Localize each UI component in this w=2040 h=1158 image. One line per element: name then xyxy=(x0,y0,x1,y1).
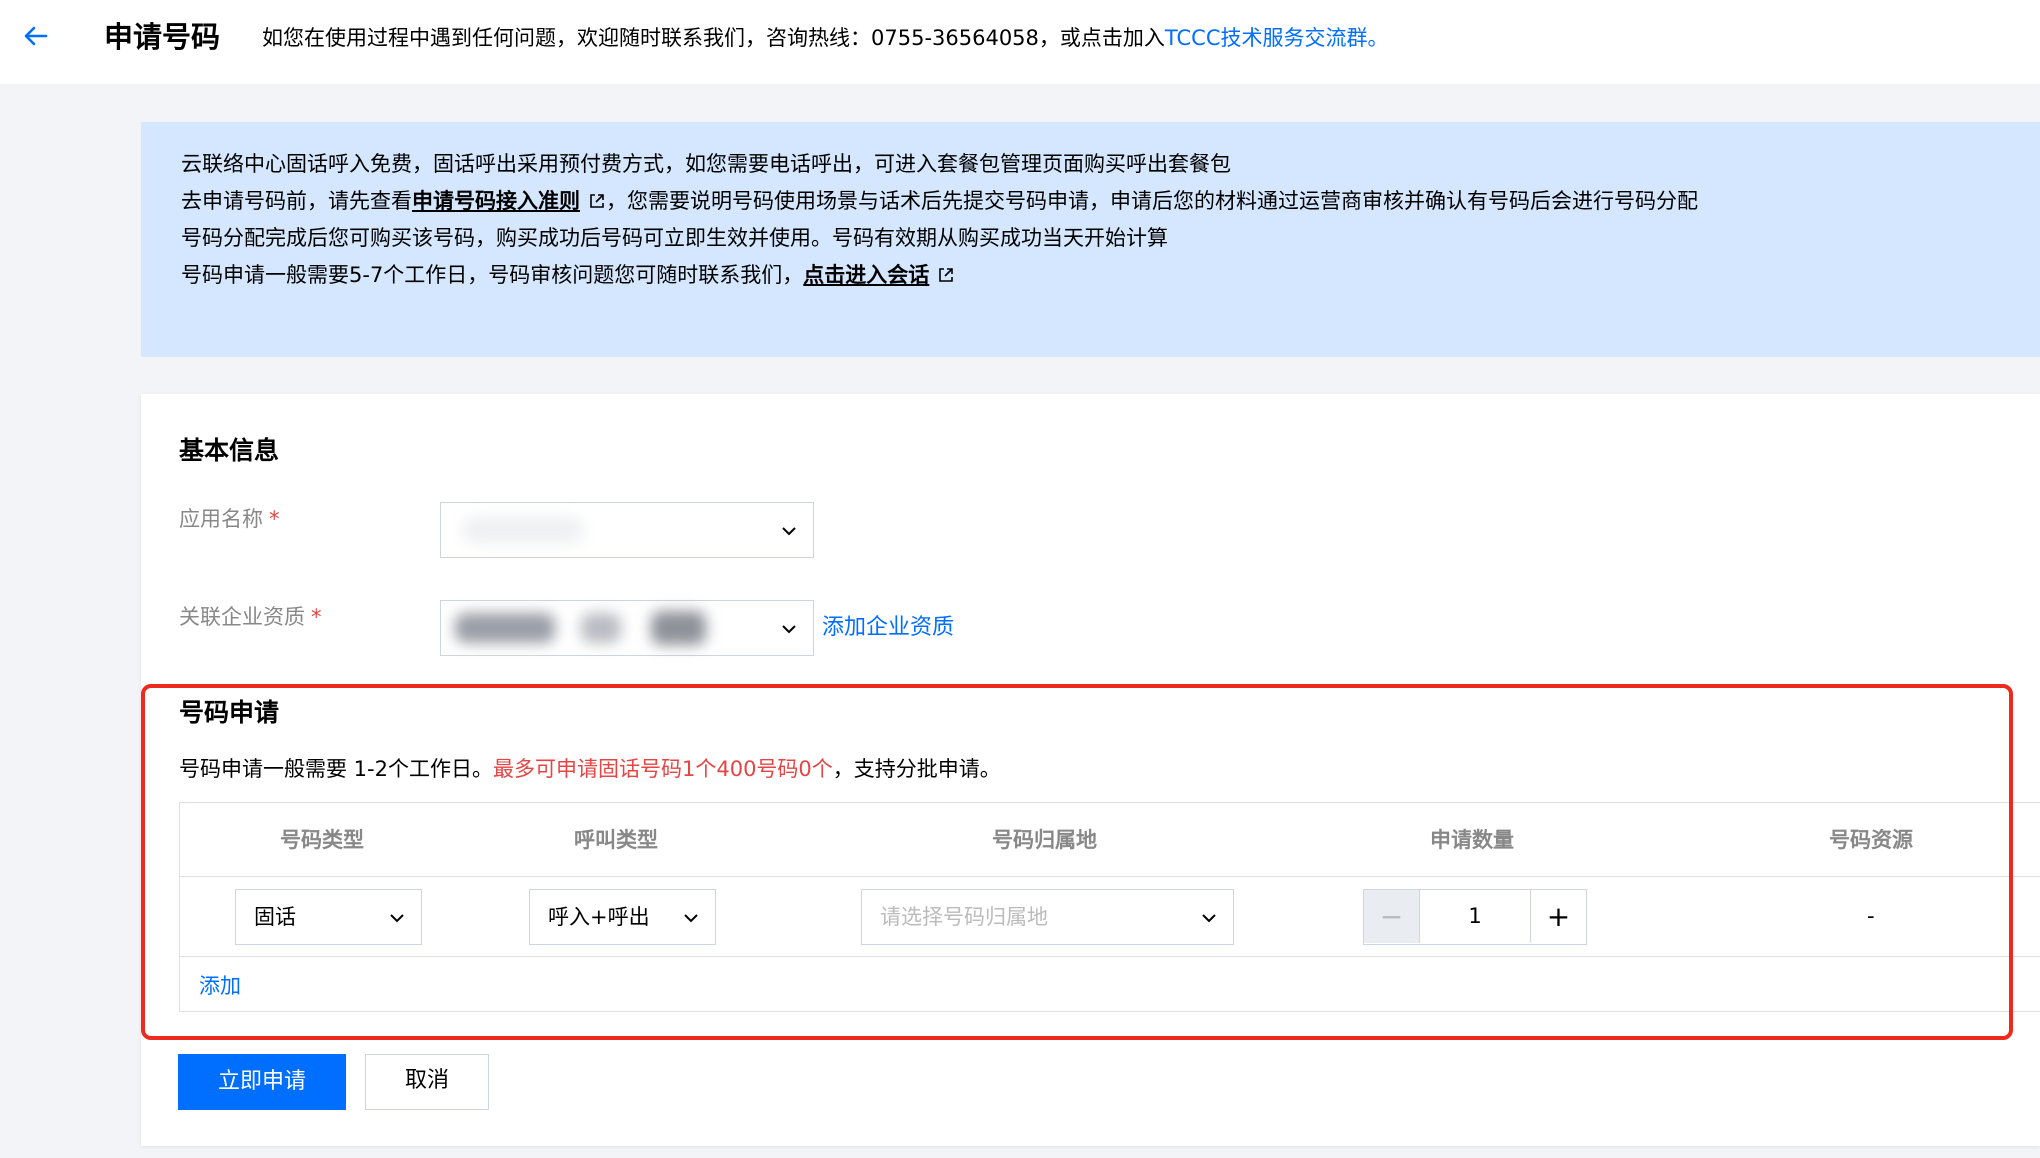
quantity-stepper: − 1 + xyxy=(1363,889,1587,945)
notice-line-4-prefix: 号码申请一般需要5-7个工作日，号码审核问题您可随时联系我们， xyxy=(181,263,804,287)
chevron-down-icon xyxy=(1202,914,1216,923)
notice-banner: 云联络中心固话呼入免费，固话呼出采用预付费方式，如您需要电话呼出，可进入套餐包管… xyxy=(141,122,2040,357)
chevron-down-icon xyxy=(684,914,698,923)
cancel-button[interactable]: 取消 xyxy=(365,1054,489,1110)
required-mark: * xyxy=(269,507,280,531)
redacted-company xyxy=(651,611,706,645)
column-resource: 号码资源 xyxy=(1829,828,1913,852)
page-header: 申请号码 如您在使用过程中遇到任何问题，欢迎随时联系我们，咨询热线：0755-3… xyxy=(0,0,2040,84)
call-type-value: 呼入+呼出 xyxy=(548,905,650,929)
call-type-select[interactable]: 呼入+呼出 xyxy=(529,889,716,945)
table-row: 固话 呼入+呼出 请选择号码归属地 − 1 + - xyxy=(180,877,2040,957)
submit-button[interactable]: 立即申请 xyxy=(178,1054,346,1110)
notice-line-3: 号码分配完成后您可购买该号码，购买成功后号码可立即生效并使用。号码有效期从购买成… xyxy=(181,226,1168,250)
add-company-link[interactable]: 添加企业资质 xyxy=(822,613,954,643)
number-apply-title: 号码申请 xyxy=(179,698,280,727)
basic-info-title: 基本信息 xyxy=(179,436,280,465)
table-header: 号码类型 呼叫类型 号码归属地 申请数量 号码资源 xyxy=(180,803,2040,877)
access-guidelines-link[interactable]: 申请号码接入准则 xyxy=(412,189,580,213)
start-chat-link[interactable]: 点击进入会话 xyxy=(803,263,929,287)
decrease-button[interactable]: − xyxy=(1364,890,1420,943)
quantity-value[interactable]: 1 xyxy=(1420,890,1530,943)
page-title: 申请号码 xyxy=(104,20,221,54)
redacted-company xyxy=(455,613,555,643)
column-location: 号码归属地 xyxy=(992,828,1097,852)
company-select[interactable] xyxy=(440,600,814,656)
notice-line-2: 去申请号码前，请先查看申请号码接入准则 ，您需要说明号码使用场景与话术后先提交号码… xyxy=(181,186,1698,216)
location-placeholder: 请选择号码归属地 xyxy=(880,905,1048,929)
notice-line-2-suffix: ，您需要说明号码使用场景与话术后先提交号码申请，申请后您的材料通过运营商审核并确… xyxy=(606,189,1698,213)
number-apply-description: 号码申请一般需要 1-2个工作日。最多可申请固话号码1个400号码0个，支持分批… xyxy=(179,754,1001,784)
number-resource-value: - xyxy=(1867,904,1875,928)
redacted-app-name xyxy=(463,517,583,543)
redacted-company xyxy=(581,613,621,643)
external-link-icon[interactable] xyxy=(937,266,955,284)
apply-form-card: 基本信息 应用名称 * 关联企业资质 * 添加企业资质 号码申请 号码申请一般需要 … xyxy=(141,394,2040,1146)
notice-line-2-prefix: 去申请号码前，请先查看 xyxy=(181,189,412,213)
company-label-text: 关联企业资质 xyxy=(179,605,305,629)
number-apply-table: 号码类型 呼叫类型 号码归属地 申请数量 号码资源 固话 呼入+呼出 请选择号码… xyxy=(179,802,2040,1012)
number-type-value: 固话 xyxy=(254,905,296,929)
app-name-select[interactable] xyxy=(440,502,814,558)
number-apply-desc-text: 号码申请一般需要 1-2个工作日。 xyxy=(179,757,493,781)
number-limit-warning: 最多可申请固话号码1个400号码0个 xyxy=(492,757,833,781)
notice-line-4: 号码申请一般需要5-7个工作日，号码审核问题您可随时联系我们，点击进入会话 xyxy=(181,260,955,290)
column-number-type: 号码类型 xyxy=(280,828,364,852)
header-description: 如您在使用过程中遇到任何问题，欢迎随时联系我们，咨询热线：0755-365640… xyxy=(262,24,1389,52)
join-group-link[interactable]: TCCC技术服务交流群。 xyxy=(1165,26,1389,50)
company-label: 关联企业资质 * xyxy=(179,602,322,632)
back-arrow-icon[interactable] xyxy=(18,18,54,54)
add-row-link[interactable]: 添加 xyxy=(199,971,241,1001)
external-link-icon[interactable] xyxy=(588,192,606,210)
column-call-type: 呼叫类型 xyxy=(574,828,658,852)
number-apply-desc-suffix: ，支持分批申请。 xyxy=(832,757,1001,781)
header-description-text: 如您在使用过程中遇到任何问题，欢迎随时联系我们，咨询热线：0755-365640… xyxy=(262,26,1165,50)
location-select[interactable]: 请选择号码归属地 xyxy=(861,889,1234,945)
chevron-down-icon xyxy=(390,914,404,923)
app-name-label-text: 应用名称 xyxy=(179,507,263,531)
column-quantity: 申请数量 xyxy=(1430,828,1514,852)
required-mark: * xyxy=(311,605,322,629)
chevron-down-icon xyxy=(782,527,796,536)
app-name-label: 应用名称 * xyxy=(179,504,280,534)
increase-button[interactable]: + xyxy=(1530,890,1586,943)
number-type-select[interactable]: 固话 xyxy=(235,889,422,945)
chevron-down-icon xyxy=(782,625,796,634)
notice-line-1: 云联络中心固话呼入免费，固话呼出采用预付费方式，如您需要电话呼出，可进入套餐包管… xyxy=(181,152,1231,176)
